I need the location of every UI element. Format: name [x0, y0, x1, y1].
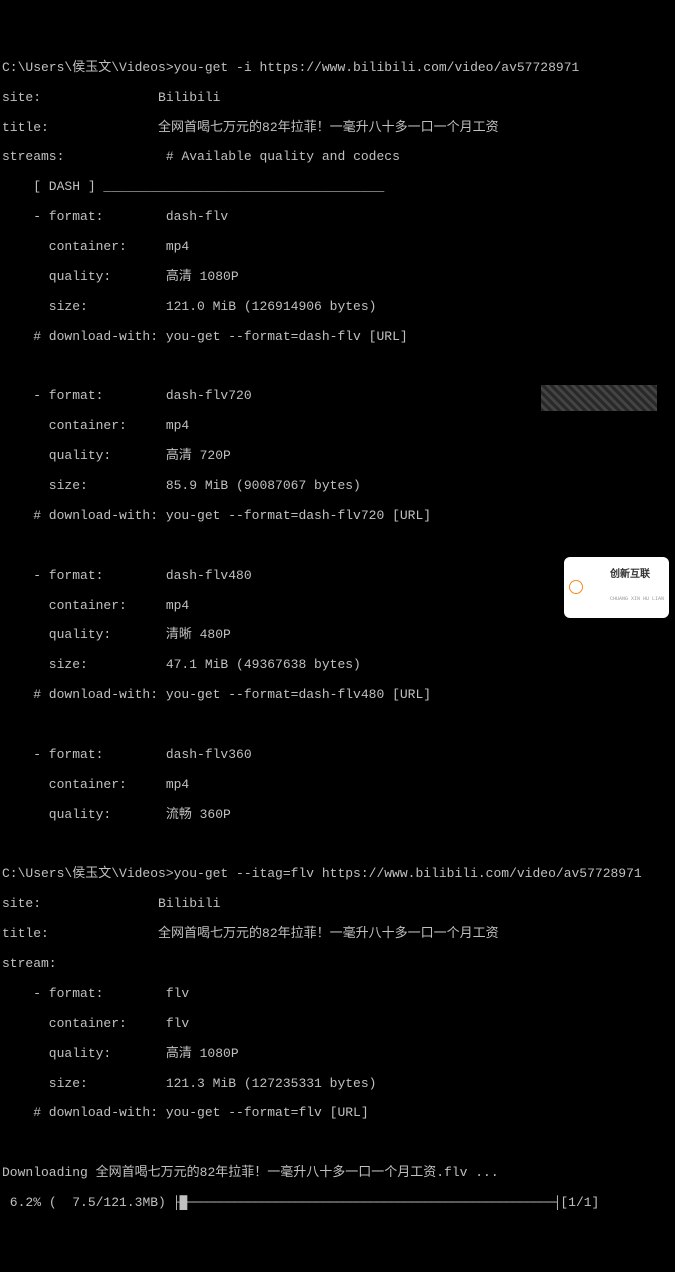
dash-header: [ DASH ] _______________________________… — [2, 180, 673, 195]
quality-value: 高清 720P — [166, 448, 231, 463]
site-line: site: Bilibili — [2, 91, 673, 106]
size-value: 85.9 MiB (90087067 bytes) — [166, 478, 361, 493]
size-value: 47.1 MiB (49367638 bytes) — [166, 657, 361, 672]
quality-value: 清晰 480P — [166, 627, 231, 642]
site-line-2: site: Bilibili — [2, 897, 673, 912]
title-label: title: — [2, 926, 49, 941]
quality-value: 高清 1080P — [166, 269, 239, 284]
download-with-value: you-get --format=dash-flv720 [URL] — [166, 508, 431, 523]
size-value: 121.0 MiB (126914906 bytes) — [166, 299, 377, 314]
progress-percent: 6.2% — [2, 1195, 41, 1210]
progress-line: 6.2% ( 7.5/121.3MB) ├█──────────────────… — [2, 1196, 673, 1211]
format-block-3: - format: dash-flv360 — [2, 748, 673, 763]
watermark-subtext: CHUANG XIN HU LIAN — [610, 596, 664, 602]
quality-value: 流畅 360P — [166, 807, 231, 822]
site-label: site: — [2, 896, 41, 911]
container-value: mp4 — [166, 777, 189, 792]
progress-parts: [1/1] — [560, 1195, 599, 1210]
title-line-2: title: 全网首喝七万元的82年拉菲！一毫升八十多一口一个月工资 — [2, 927, 673, 942]
downloading-filename: 全网首喝七万元的82年拉菲！一毫升八十多一口一个月工资.flv ... — [96, 1165, 499, 1180]
title-label: title: — [2, 120, 49, 135]
container-value: mp4 — [166, 418, 189, 433]
format-value: flv — [166, 986, 189, 1001]
format-value: dash-flv360 — [166, 747, 252, 762]
container-value: flv — [166, 1016, 189, 1031]
site-label: site: — [2, 90, 41, 105]
quality-value: 高清 1080P — [166, 1046, 239, 1061]
progress-size: ( 7.5/121.3MB) — [49, 1195, 166, 1210]
format-block-0: - format: dash-flv — [2, 210, 673, 225]
command-line-1: C:\Users\侯玉文\Videos>you-get -i https://w… — [2, 61, 673, 76]
site-value: Bilibili — [158, 896, 220, 911]
prompt-path: C:\Users\侯玉文\Videos> — [2, 866, 174, 881]
container-value: mp4 — [166, 239, 189, 254]
format-value: dash-flv480 — [166, 568, 252, 583]
title-value: 全网首喝七万元的82年拉菲！一毫升八十多一口一个月工资 — [158, 120, 499, 135]
streams-line: streams: # Available quality and codecs — [2, 150, 673, 165]
watermark-icon — [569, 580, 583, 594]
format-block-flv: - format: flv — [2, 987, 673, 1002]
command-line-2: C:\Users\侯玉文\Videos>you-get --itag=flv h… — [2, 867, 673, 882]
stream-label: stream: — [2, 956, 57, 971]
command-text: you-get --itag=flv https://www.bilibili.… — [174, 866, 642, 881]
title-value: 全网首喝七万元的82年拉菲！一毫升八十多一口一个月工资 — [158, 926, 499, 941]
site-value: Bilibili — [158, 90, 220, 105]
streams-label: streams: — [2, 149, 64, 164]
watermark-text: 创新互联 — [610, 570, 650, 581]
container-value: mp4 — [166, 598, 189, 613]
download-with-value: you-get --format=dash-flv [URL] — [166, 329, 408, 344]
pixelated-censored-area — [541, 385, 657, 411]
streams-comment: # Available quality and codecs — [166, 149, 400, 164]
watermark-logo: 创新互联 CHUANG XIN HU LIAN — [564, 557, 669, 619]
downloading-line: Downloading 全网首喝七万元的82年拉菲！一毫升八十多一口一个月工资.… — [2, 1166, 673, 1181]
progress-bar: ├█──────────────────────────────────────… — [166, 1196, 560, 1211]
format-value: dash-flv — [166, 209, 228, 224]
downloading-label: Downloading — [2, 1165, 88, 1180]
command-text: you-get -i https://www.bilibili.com/vide… — [174, 60, 580, 75]
prompt-path: C:\Users\侯玉文\Videos> — [2, 60, 174, 75]
stream-line: stream: — [2, 957, 673, 972]
size-value: 121.3 MiB (127235331 bytes) — [166, 1076, 377, 1091]
download-with-value: you-get --format=flv [URL] — [166, 1105, 369, 1120]
format-value: dash-flv720 — [166, 388, 252, 403]
download-with-value: you-get --format=dash-flv480 [URL] — [166, 687, 431, 702]
title-line: title: 全网首喝七万元的82年拉菲！一毫升八十多一口一个月工资 — [2, 121, 673, 136]
